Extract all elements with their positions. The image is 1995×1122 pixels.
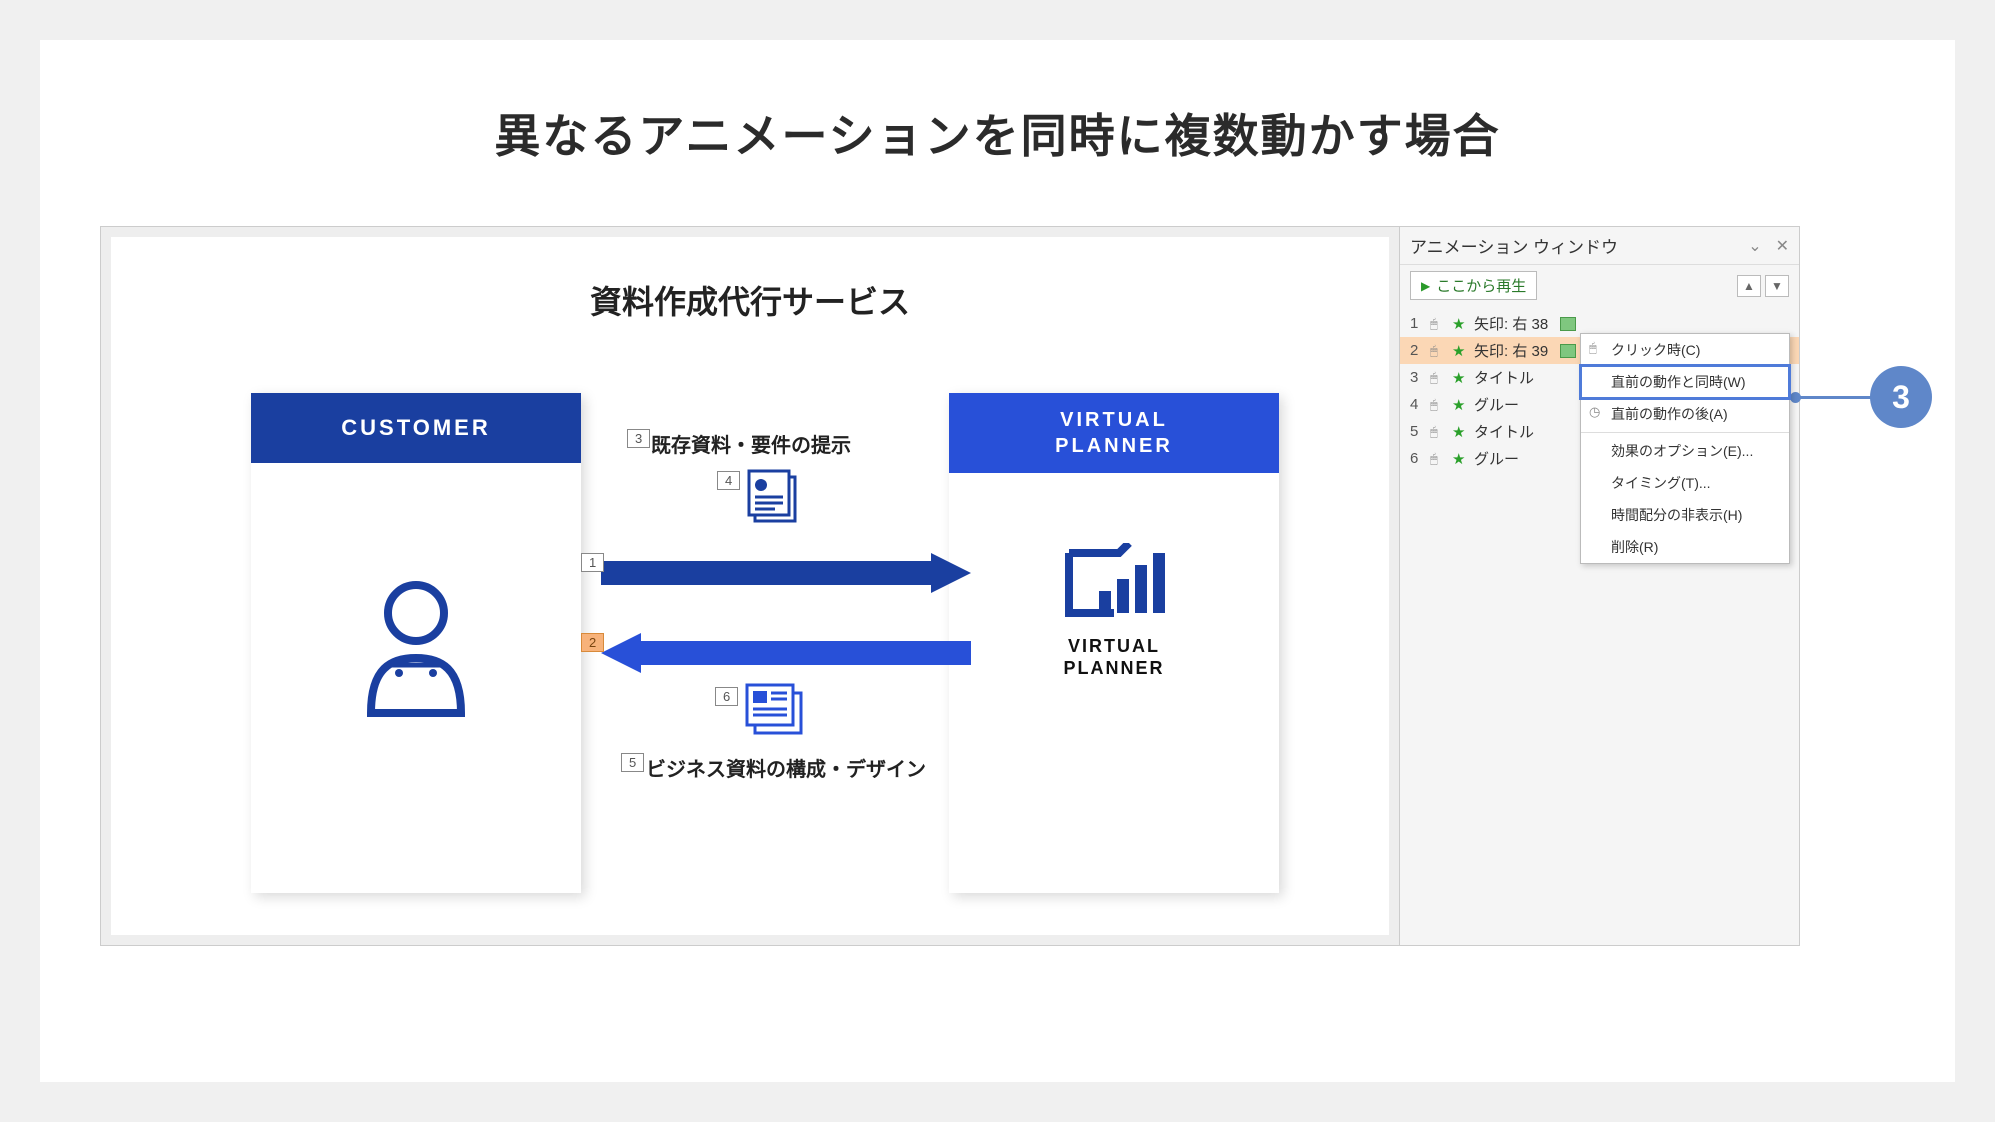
customer-header: CUSTOMER xyxy=(251,393,581,463)
bottom-caption: ビジネス資料の構成・デザイン xyxy=(646,753,926,782)
anim-tag-6: 6 xyxy=(715,687,738,706)
arrow-left-icon xyxy=(601,633,971,669)
animation-pane-header: アニメーション ウィンドウ ⌄ ✕ xyxy=(1400,227,1799,265)
timing-bar xyxy=(1560,317,1576,331)
callout-line xyxy=(1795,396,1871,399)
move-up-button[interactable]: ▲ xyxy=(1737,275,1761,297)
anim-tag-5: 5 xyxy=(621,753,644,772)
anim-tag-3: 3 xyxy=(627,429,650,448)
mouse-icon: 🖱 xyxy=(1430,370,1446,386)
mouse-icon: 🖱 xyxy=(1430,424,1446,440)
anim-tag-1: 1 xyxy=(581,553,604,572)
planner-header: VIRTUAL PLANNER xyxy=(949,393,1279,473)
timing-bar xyxy=(1560,344,1576,358)
planner-logo: VIRTUAL PLANNER xyxy=(1059,543,1169,679)
ctx-on-click[interactable]: 🖱 クリック時(C) xyxy=(1581,334,1789,366)
document-icon-top xyxy=(741,463,801,528)
ctx-timing[interactable]: タイミング(T)... xyxy=(1581,467,1789,499)
move-down-button[interactable]: ▼ xyxy=(1765,275,1789,297)
anim-label: 矢印: 右 38 xyxy=(1474,313,1548,334)
anim-label: 矢印: 右 39 xyxy=(1474,340,1548,361)
star-icon: ★ xyxy=(1452,450,1468,468)
slide-diagram: CUSTOMER xyxy=(151,353,1349,913)
play-icon: ▶ xyxy=(1421,279,1430,293)
chevron-down-icon[interactable]: ⌄ xyxy=(1748,236,1761,256)
content-row: 資料作成代行サービス CUSTOMER xyxy=(100,226,1895,946)
star-icon: ★ xyxy=(1452,369,1468,387)
anim-num: 6 xyxy=(1410,450,1424,467)
document-icon-bottom xyxy=(741,679,805,744)
slide-preview-frame: 資料作成代行サービス CUSTOMER xyxy=(100,226,1400,946)
planner-logo-l1: VIRTUAL xyxy=(1068,636,1160,656)
animation-pane: アニメーション ウィンドウ ⌄ ✕ ▶ ここから再生 ▲ ▼ 1 xyxy=(1400,226,1800,946)
mouse-icon: 🖱 xyxy=(1430,343,1446,359)
anim-tag-2: 2 xyxy=(581,633,604,652)
mouse-icon: 🖱 xyxy=(1430,451,1446,467)
ctx-after-previous[interactable]: ◷ 直前の動作の後(A) xyxy=(1581,398,1789,430)
ctx-effect-options[interactable]: 効果のオプション(E)... xyxy=(1581,435,1789,467)
play-label: ここから再生 xyxy=(1436,275,1526,296)
anim-num: 4 xyxy=(1410,396,1424,413)
ctx-remove[interactable]: 削除(R) xyxy=(1581,531,1789,563)
ctx-with-previous[interactable]: 直前の動作と同時(W) xyxy=(1581,366,1789,398)
step-badge: 3 xyxy=(1870,366,1932,428)
anim-tag-4: 4 xyxy=(717,471,740,490)
clock-icon: ◷ xyxy=(1589,404,1600,420)
star-icon: ★ xyxy=(1452,396,1468,414)
anim-label: グルー xyxy=(1474,394,1519,415)
person-icon xyxy=(351,573,481,728)
star-icon: ★ xyxy=(1452,315,1468,333)
mouse-icon: 🖱 xyxy=(1589,340,1597,356)
mouse-icon: 🖱 xyxy=(1430,397,1446,413)
anim-num: 1 xyxy=(1410,315,1424,332)
anim-num: 5 xyxy=(1410,423,1424,440)
anim-label: タイトル xyxy=(1474,421,1534,442)
ctx-hide-timeline[interactable]: 時間配分の非表示(H) xyxy=(1581,499,1789,531)
star-icon: ★ xyxy=(1452,342,1468,360)
star-icon: ★ xyxy=(1452,423,1468,441)
slide-title: 資料作成代行サービス xyxy=(151,277,1349,323)
page-title: 異なるアニメーションを同時に複数動かす場合 xyxy=(100,100,1895,166)
top-caption: 既存資料・要件の提示 xyxy=(651,429,851,458)
planner-header-l2: PLANNER xyxy=(1055,435,1173,457)
planner-logo-l2: PLANNER xyxy=(1063,658,1164,678)
anim-label: タイトル xyxy=(1474,367,1534,388)
anim-num: 2 xyxy=(1410,342,1424,359)
customer-card: CUSTOMER xyxy=(251,393,581,893)
animation-pane-title: アニメーション ウィンドウ xyxy=(1410,233,1618,258)
close-icon[interactable]: ✕ xyxy=(1776,236,1789,256)
play-from-here-button[interactable]: ▶ ここから再生 xyxy=(1410,271,1537,300)
separator xyxy=(1581,432,1789,433)
mouse-icon: 🖱 xyxy=(1430,316,1446,332)
slide-canvas: 資料作成代行サービス CUSTOMER xyxy=(111,237,1389,935)
context-menu: 🖱 クリック時(C) 直前の動作と同時(W) ◷ 直前の動作の後(A) 効果のオ… xyxy=(1580,333,1790,564)
anim-num: 3 xyxy=(1410,369,1424,386)
planner-card: VIRTUAL PLANNER xyxy=(949,393,1279,893)
planner-header-l1: VIRTUAL xyxy=(1060,409,1168,431)
anim-label: グルー xyxy=(1474,448,1519,469)
arrow-right-icon xyxy=(601,553,971,589)
